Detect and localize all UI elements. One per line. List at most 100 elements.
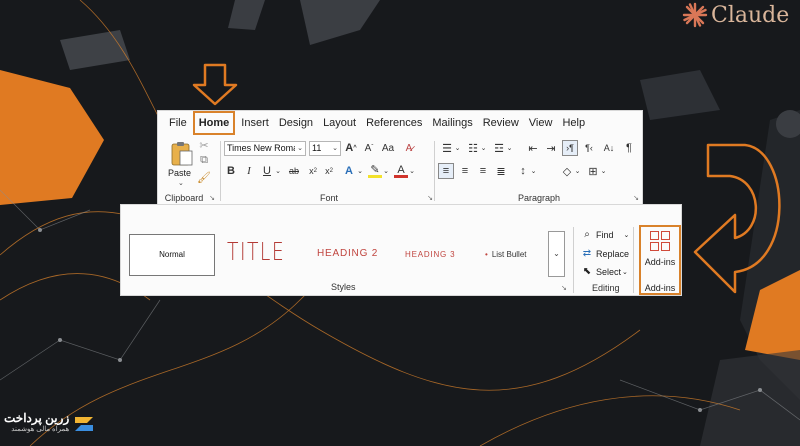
claude-starburst-icon <box>682 2 708 28</box>
editing-group-label: Editing <box>592 283 620 293</box>
tab-review[interactable]: Review <box>478 111 524 135</box>
copy-icon[interactable]: ⧉ <box>198 154 210 166</box>
increase-indent-icon[interactable]: ⇥ <box>544 141 558 155</box>
align-left-icon[interactable]: ≡ <box>438 163 454 179</box>
highlight-dropdown-icon[interactable]: ⌄ <box>382 164 390 178</box>
grow-font-icon[interactable]: A ^ <box>344 141 358 155</box>
underline-dropdown-icon[interactable]: ⌄ <box>274 164 282 178</box>
tab-references[interactable]: References <box>361 111 427 135</box>
rtl-paragraph-icon[interactable]: ¶‹ <box>582 141 596 155</box>
tab-file[interactable]: File <box>164 111 192 135</box>
addins-icon[interactable] <box>650 231 670 251</box>
chevron-down-icon: ⌄ <box>622 268 628 276</box>
paragraph-launcher-icon[interactable]: ↘ <box>633 194 639 202</box>
font-group-label: Font <box>319 193 338 203</box>
shrink-font-icon[interactable]: Aˇ <box>362 141 376 155</box>
underline-icon[interactable]: U <box>260 164 274 178</box>
font-launcher-icon[interactable]: ↘ <box>427 194 433 202</box>
font-name-value: Times New Roman <box>227 143 304 153</box>
paste-dropdown-icon[interactable]: ⌄ <box>178 179 184 187</box>
change-case-icon[interactable]: Aa <box>380 141 396 155</box>
styles-gallery-more-button[interactable]: ⌄ <box>548 231 565 277</box>
ltr-paragraph-icon[interactable]: ›¶ <box>562 140 578 156</box>
tab-mailings[interactable]: Mailings <box>427 111 477 135</box>
zarin-name: زرین پرداخت <box>4 411 70 425</box>
bold-icon[interactable]: B <box>224 164 238 178</box>
shading-dropdown-icon[interactable]: ⌄ <box>574 164 581 178</box>
separator <box>573 227 574 293</box>
style-list-bullet-label: List Bullet <box>491 250 527 259</box>
ribbon-tabs: File Home Insert Design Layout Reference… <box>158 111 642 135</box>
separator <box>434 141 435 201</box>
chevron-down-icon: ⌄ <box>330 142 340 155</box>
replace-button[interactable]: ⇄ Replace <box>581 248 629 259</box>
bullets-dropdown-icon[interactable]: ⌄ <box>454 141 461 155</box>
chevron-down-icon: ⌄ <box>295 142 305 155</box>
justify-icon[interactable]: ≣ <box>494 164 508 178</box>
tab-design[interactable]: Design <box>274 111 318 135</box>
replace-icon: ⇄ <box>582 248 592 259</box>
zarin-mark-icon <box>75 416 94 431</box>
addins-button[interactable]: Add-ins <box>641 257 679 267</box>
strikethrough-icon[interactable]: ab <box>286 164 302 178</box>
cursor-icon: ⬉ <box>582 266 592 277</box>
shading-icon[interactable]: ◇ <box>560 164 574 178</box>
claude-wordmark: Claude <box>711 2 790 28</box>
font-color-icon[interactable]: A <box>394 164 408 178</box>
line-spacing-icon[interactable]: ↕ <box>516 164 530 178</box>
borders-dropdown-icon[interactable]: ⌄ <box>600 164 607 178</box>
paragraph-group: ☰ ⌄ ☷ ⌄ ☲ ⌄ ⇤ ⇥ ›¶ ¶‹ A↓ ¶ ≡ ≡ ≡ ≣ ↕ ⌄ ◇… <box>436 137 642 205</box>
tab-view[interactable]: View <box>524 111 558 135</box>
clipboard-group-label: Clipboard <box>164 193 204 203</box>
paste-button[interactable]: Paste <box>168 168 191 178</box>
font-name-combo[interactable]: Times New Roman ⌄ <box>224 141 306 156</box>
font-color-dropdown-icon[interactable]: ⌄ <box>408 164 416 178</box>
clipboard-group: Paste ⌄ ✂ ⧉ 🖌 Clipboard ↘ <box>158 137 218 205</box>
bullets-icon[interactable]: ☰ <box>440 141 454 155</box>
find-button[interactable]: ⌕ Find ⌄ <box>581 229 629 240</box>
tab-help[interactable]: Help <box>557 111 590 135</box>
addins-highlight: Add-ins Add-ins <box>639 225 681 295</box>
borders-icon[interactable]: ⊞ <box>586 164 600 178</box>
separator <box>220 141 221 201</box>
show-formatting-icon[interactable]: ¶ <box>622 141 636 155</box>
decrease-indent-icon[interactable]: ⇤ <box>526 141 540 155</box>
paste-icon[interactable] <box>170 141 194 167</box>
style-normal[interactable]: Normal <box>129 234 215 276</box>
select-label: Select <box>596 266 622 277</box>
zarin-tagline: همراه مالی هوشمند <box>11 426 70 433</box>
cut-icon[interactable]: ✂ <box>198 139 210 152</box>
style-title[interactable]: TITLE <box>227 237 285 266</box>
highlight-icon[interactable]: ✎ <box>368 164 382 178</box>
style-heading-3[interactable]: HEADING 3 <box>405 250 455 259</box>
clear-formatting-icon[interactable]: A̷ <box>402 141 416 155</box>
styles-group-label: Styles <box>331 282 356 292</box>
gallery-more-icon: ⌄ <box>553 249 560 258</box>
subscript-icon[interactable]: x2 <box>306 164 320 178</box>
tab-insert[interactable]: Insert <box>236 111 274 135</box>
multilevel-list-icon[interactable]: ☲ <box>492 141 506 155</box>
numbering-dropdown-icon[interactable]: ⌄ <box>480 141 487 155</box>
font-size-combo[interactable]: 11 ⌄ <box>309 141 341 156</box>
find-label: Find <box>596 229 614 240</box>
line-spacing-dropdown-icon[interactable]: ⌄ <box>530 164 537 178</box>
separator <box>633 227 634 293</box>
text-effects-icon[interactable]: A <box>342 164 356 178</box>
sort-icon[interactable]: A↓ <box>602 141 616 155</box>
tab-home[interactable]: Home <box>192 111 236 135</box>
select-button[interactable]: ⬉ Select ⌄ <box>581 266 628 277</box>
multilevel-dropdown-icon[interactable]: ⌄ <box>506 141 513 155</box>
superscript-icon[interactable]: x2 <box>322 164 336 178</box>
replace-label: Replace <box>596 248 630 259</box>
format-painter-icon[interactable]: 🖌 <box>197 171 211 184</box>
italic-icon[interactable]: I <box>242 164 256 178</box>
clipboard-launcher-icon[interactable]: ↘ <box>209 194 215 202</box>
text-effects-dropdown-icon[interactable]: ⌄ <box>356 164 364 178</box>
style-list-bullet[interactable]: • List Bullet <box>485 250 527 259</box>
ribbon-top: File Home Insert Design Layout Reference… <box>157 110 643 206</box>
align-right-icon[interactable]: ≡ <box>476 164 490 178</box>
style-heading-2[interactable]: HEADING 2 <box>317 248 378 259</box>
align-center-icon[interactable]: ≡ <box>458 164 472 178</box>
numbering-icon[interactable]: ☷ <box>466 141 480 155</box>
tab-layout[interactable]: Layout <box>318 111 361 135</box>
